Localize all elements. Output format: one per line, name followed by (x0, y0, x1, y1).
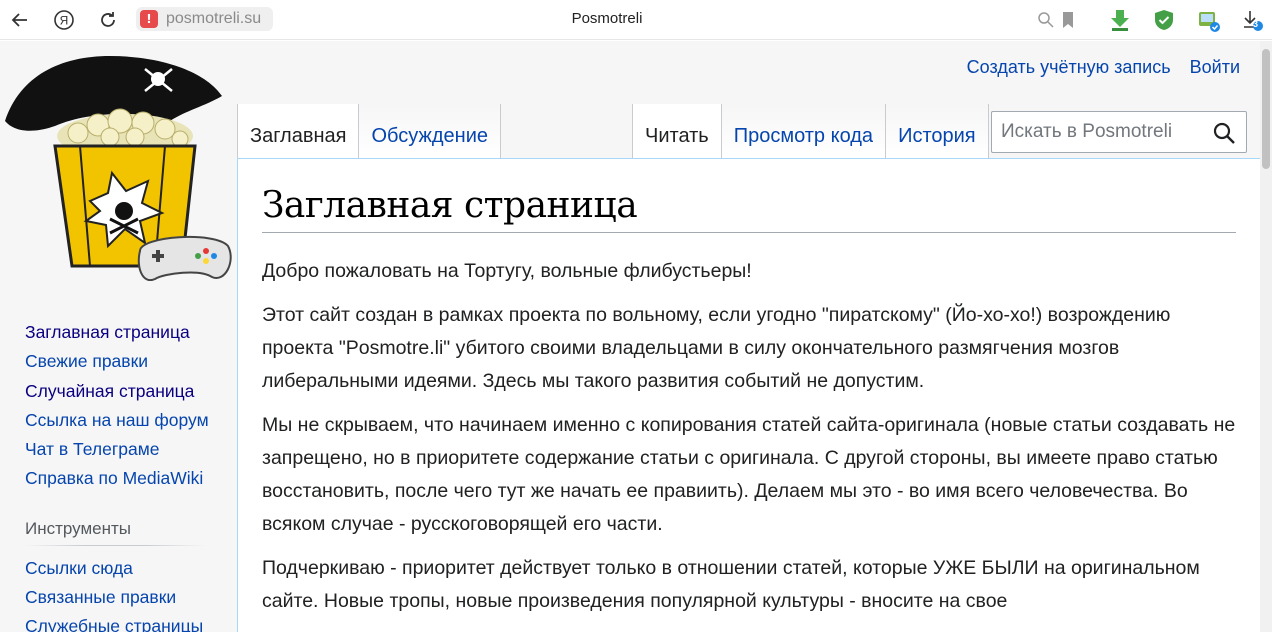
namespace-tabs: Заглавная Обсуждение (237, 104, 502, 159)
search-box (991, 111, 1247, 153)
tab-discussion[interactable]: Обсуждение (359, 104, 502, 159)
page-title: Заглавная страница (262, 185, 1236, 233)
view-tabs: Читать Просмотр кода История (632, 104, 989, 159)
paragraph: Подчеркиваю - приоритет действует только… (262, 557, 1200, 612)
tab-title: Posmotreli (571, 10, 643, 27)
scrollbar-thumb[interactable] (1262, 49, 1270, 169)
browser-toolbar: Я ! posmotreli.su Posmotreli 3 (0, 0, 1272, 40)
downloads-icon[interactable]: 3 (1238, 6, 1266, 34)
bookmark-icon[interactable] (1056, 8, 1080, 32)
personal-tools: Создать учётную запись Войти (953, 57, 1240, 78)
sidebar-item-random-page[interactable]: Случайная страница (25, 377, 225, 406)
downloads-badge: 3 (1253, 19, 1259, 29)
sidebar-item-telegram-chat[interactable]: Чат в Телеграме (25, 435, 225, 464)
sidebar-item-links-here[interactable]: Ссылки сюда (25, 554, 225, 583)
sidebar-item-recent-changes[interactable]: Свежие правки (25, 347, 225, 376)
zoom-icon[interactable] (1034, 8, 1058, 32)
tab-main-page-label[interactable]: Заглавная (250, 125, 346, 148)
tools-heading: Инструменты (25, 518, 205, 546)
create-account-link[interactable]: Создать учётную запись (967, 57, 1171, 77)
tab-main-page[interactable]: Заглавная (237, 104, 360, 159)
sidebar-item-mediawiki-help[interactable]: Справка по MediaWiki (25, 464, 225, 493)
sidebar-item-forum-link[interactable]: Ссылка на наш форум (25, 406, 225, 435)
tab-read-label[interactable]: Читать (645, 125, 709, 148)
wiki-page: Создать учётную запись Войти Заглавная О… (0, 41, 1260, 632)
sidebar: Заглавная страница Свежие правки Случайн… (25, 318, 225, 632)
site-logo[interactable] (0, 51, 235, 281)
search-input[interactable] (1001, 121, 1211, 143)
sidebar-item-related-changes[interactable]: Связанные правки (25, 583, 225, 612)
tab-view-source-label[interactable]: Просмотр кода (734, 125, 873, 148)
sidebar-item-main-page[interactable]: Заглавная страница (25, 318, 225, 347)
tab-discussion-label[interactable]: Обсуждение (371, 125, 488, 148)
shield-icon[interactable] (1152, 8, 1176, 32)
page-scrollbar[interactable] (1260, 41, 1272, 632)
paragraph: Этот сайт создан в рамках проекта по вол… (262, 304, 1171, 392)
login-link[interactable]: Войти (1190, 57, 1240, 77)
image-extension-icon[interactable] (1196, 8, 1220, 32)
search-icon[interactable] (1212, 121, 1236, 145)
download-extension-icon[interactable] (1108, 8, 1132, 32)
sidebar-item-special-pages[interactable]: Служебные страницы (25, 612, 225, 632)
paragraph: Мы не скрываем, что начинаем именно с ко… (262, 414, 1236, 535)
main-content: Заглавная страница Добро пожаловать на Т… (237, 158, 1260, 632)
tab-read[interactable]: Читать (632, 104, 722, 159)
paragraph: Добро пожаловать на Тортугу, вольные фли… (262, 260, 752, 282)
tab-history[interactable]: История (886, 104, 989, 159)
tab-view-source[interactable]: Просмотр кода (721, 104, 887, 159)
tab-history-label[interactable]: История (898, 125, 976, 148)
